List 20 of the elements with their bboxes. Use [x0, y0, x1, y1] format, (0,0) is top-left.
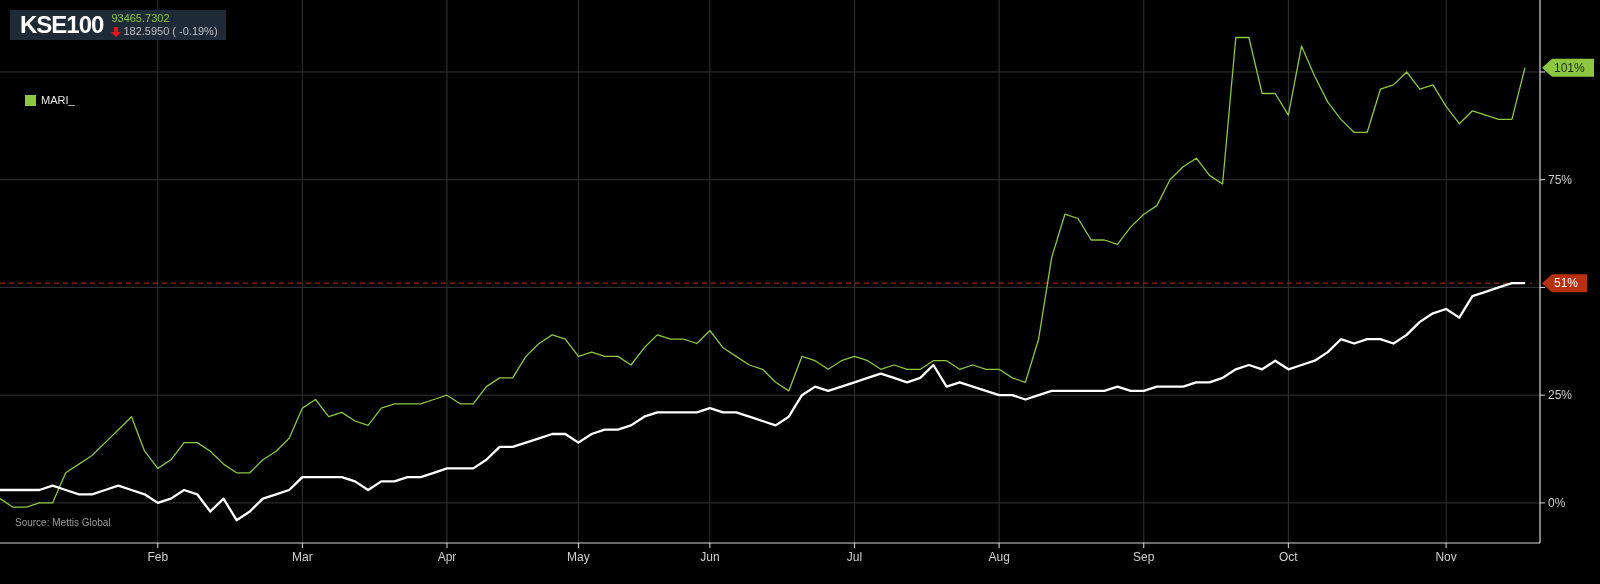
- axis-label: 0%: [1548, 495, 1566, 510]
- axis-label: Aug: [988, 550, 1010, 564]
- axis-label: Mar: [292, 550, 313, 564]
- value-tag: 101%: [1542, 58, 1594, 77]
- axis-label: Feb: [147, 550, 169, 564]
- price-value: 93465.7302: [111, 12, 171, 25]
- legend-label: MARI_: [41, 94, 75, 106]
- ticker-symbol: KSE100: [20, 12, 104, 38]
- axis-label: Jul: [846, 550, 863, 564]
- axis-label: May: [567, 550, 590, 564]
- axis-label: 75%: [1548, 172, 1573, 187]
- source-note: Source: Mettis Global: [15, 517, 111, 528]
- axis-label: Sep: [1133, 550, 1155, 564]
- axis-label: Nov: [1435, 550, 1457, 564]
- axis-label: Jun: [700, 550, 720, 564]
- value-tag: 51%: [1542, 274, 1587, 293]
- axis-label: Oct: [1279, 550, 1298, 564]
- axis-label: 25%: [1548, 388, 1573, 403]
- change-value: 182.5950 ( -0.19%): [123, 25, 218, 38]
- axis-label: Apr: [437, 550, 457, 564]
